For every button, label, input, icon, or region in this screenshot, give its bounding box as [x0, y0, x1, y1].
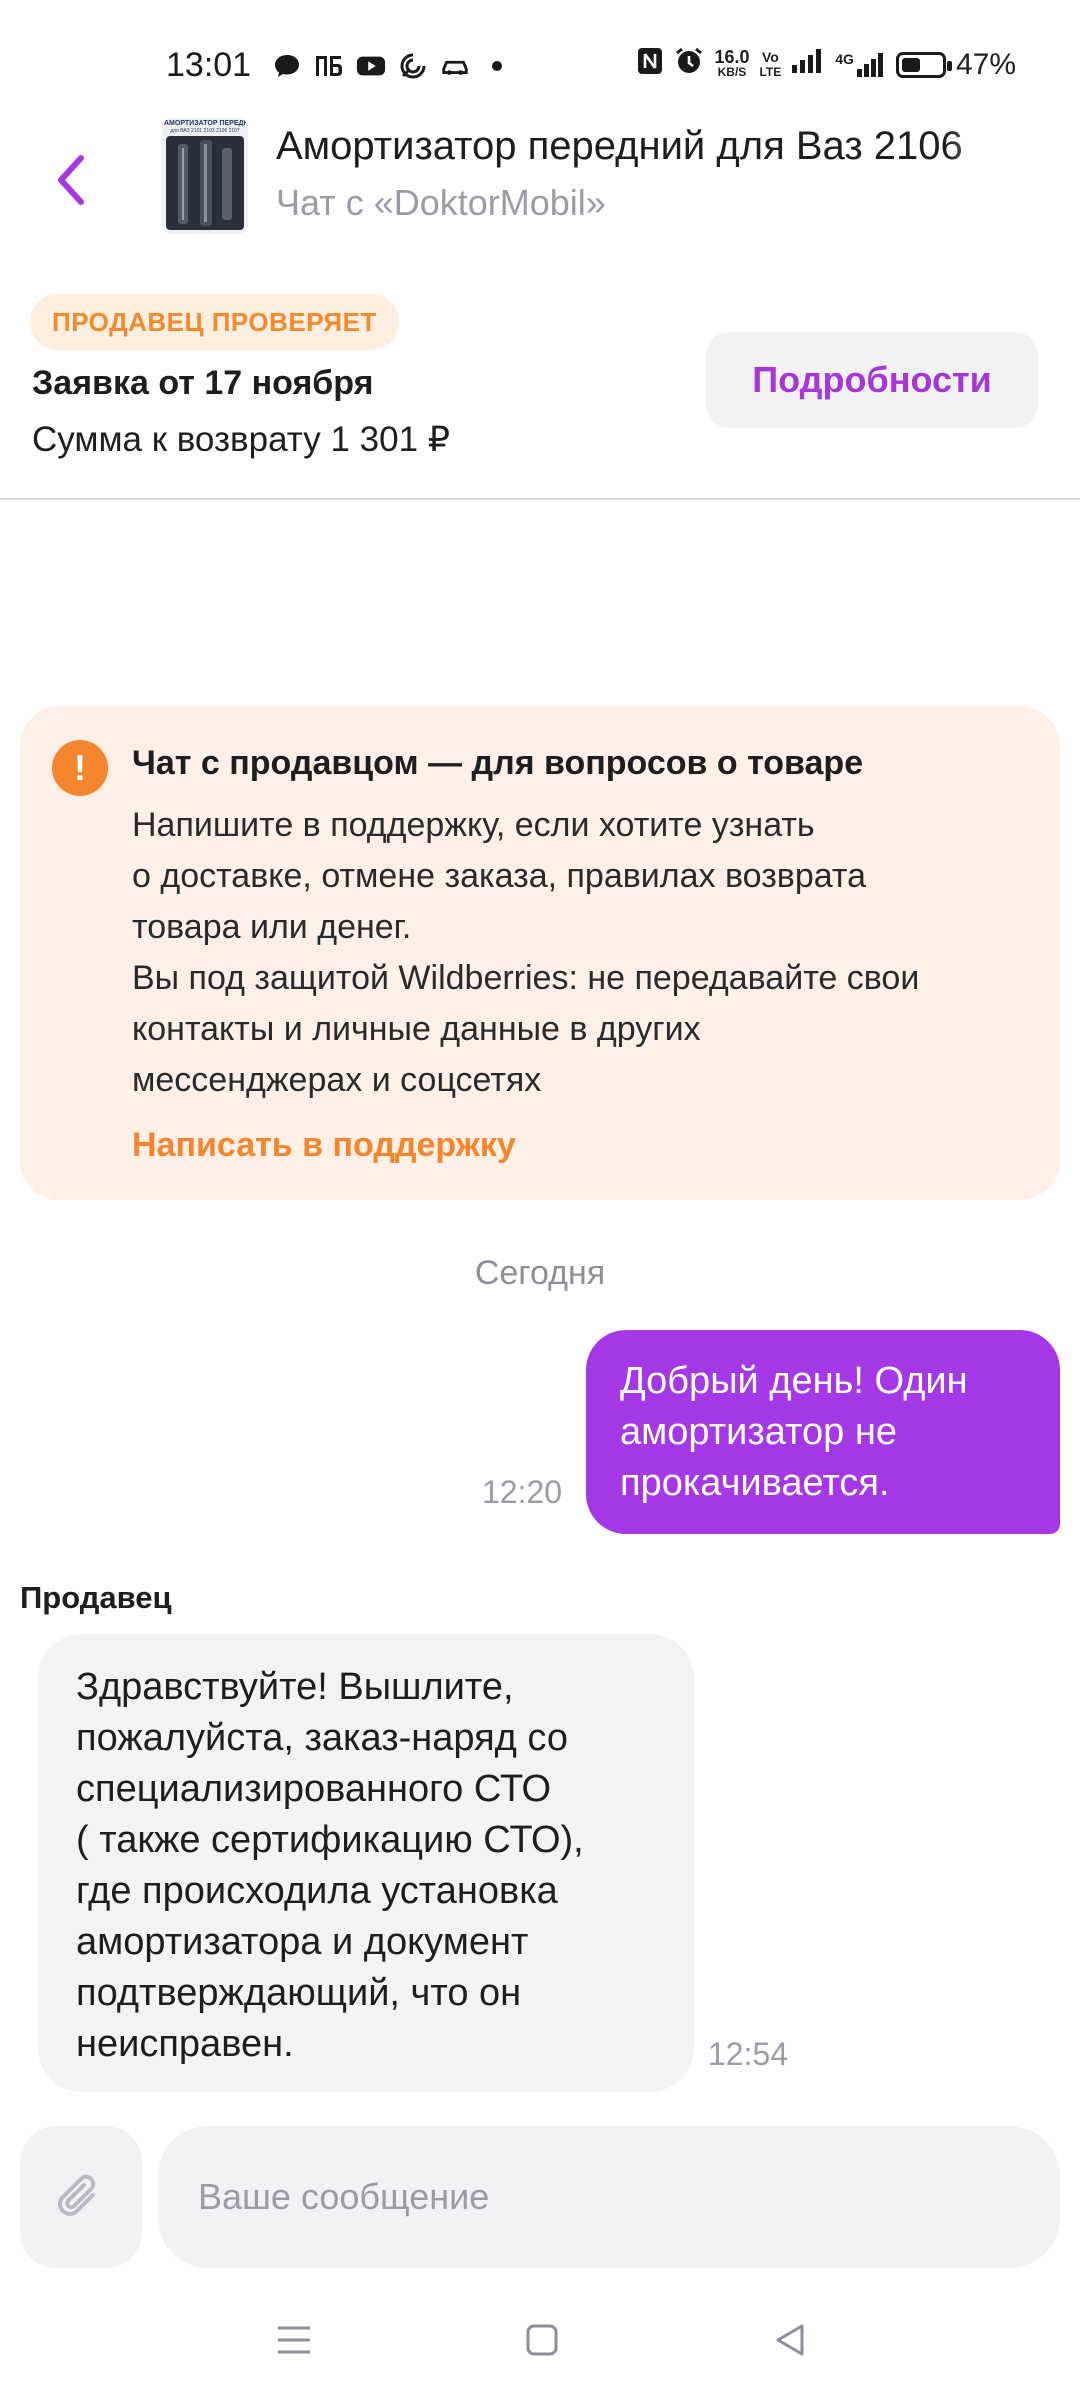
product-thumbnail[interactable]: АМОРТИЗАТОР ПЕРЕДНИЙ для ВАЗ 2101 2103 2… — [162, 118, 248, 234]
thumbnail-sublabel: для ВАЗ 2101 2103 2106 2107 — [170, 128, 240, 134]
alarm-icon — [674, 46, 704, 84]
message-input[interactable] — [158, 2126, 1060, 2268]
youtube-icon — [356, 52, 386, 80]
volte-bottom-label: LTE — [759, 65, 782, 79]
net-speed-unit: KB/S — [717, 65, 747, 79]
request-title: Заявка от 17 ноября — [32, 364, 374, 402]
details-button[interactable]: Подробности — [706, 332, 1038, 428]
notice-line: мессенджерах и соцсетях — [132, 1061, 542, 1099]
chat-product-title: Амортизатор передний для Ваз 2106 — [276, 124, 963, 168]
back-triangle-icon — [776, 2324, 804, 2356]
menu-icon — [278, 2326, 310, 2354]
battery-fill — [901, 58, 920, 72]
message-line: амортизатор не — [620, 1411, 897, 1453]
menu-button[interactable] — [264, 2310, 324, 2370]
message-line: Добрый день! Один — [620, 1360, 968, 1402]
refund-sum: Сумма к возврату 1 301 ₽ — [32, 420, 451, 459]
volte-icon: Vo LTE — [759, 50, 781, 80]
message-line: специализированного СТО — [76, 1768, 552, 1810]
chat-bubble-icon — [272, 52, 302, 80]
system-icons: 16.0 KB/S Vo LTE 4G 47% — [636, 46, 1016, 84]
volte-top-label: Vo — [761, 49, 779, 65]
nfc-icon — [636, 46, 664, 84]
battery-percent: 47% — [955, 48, 1016, 81]
battery-icon — [895, 52, 952, 78]
warning-icon: ! — [52, 740, 108, 796]
message-line: неисправен. — [76, 2023, 294, 2065]
status-time: 13:01 — [166, 46, 252, 84]
message-line: ( также сертификацию СТО), — [76, 1819, 584, 1861]
outgoing-message[interactable]: Добрый день! Один амортизатор не прокачи… — [586, 1330, 1060, 1534]
date-separator: Сегодня — [474, 1254, 606, 1292]
signal-4g-icon: 4G — [835, 52, 886, 78]
message-line: подтверждающий, что он — [76, 1972, 522, 2014]
network-type-label: 4G — [835, 51, 854, 67]
message-line: где происходила установка — [76, 1870, 558, 1912]
outgoing-message-time: 12:20 — [482, 1474, 563, 1510]
incoming-message[interactable]: Здравствуйте! Вышлите, пожалуйста, заказ… — [38, 1634, 694, 2092]
net-speed-icon: 16.0 KB/S — [714, 47, 750, 80]
contact-support-link[interactable]: Написать в поддержку — [132, 1126, 516, 1165]
home-square-icon — [526, 2324, 558, 2356]
divider — [0, 498, 1080, 500]
pb-bank-icon — [314, 52, 344, 80]
sender-name: Продавец — [20, 1580, 172, 1615]
home-button[interactable] — [512, 2310, 572, 2370]
signal-icon — [791, 48, 825, 82]
back-button[interactable] — [40, 140, 100, 220]
attach-button[interactable] — [20, 2126, 142, 2268]
incoming-message-time: 12:54 — [708, 2036, 789, 2072]
net-speed-value: 16.0 — [714, 47, 750, 67]
notice-line: Вы под защитой Wildberries: не передавай… — [132, 959, 920, 997]
paperclip-icon — [58, 2174, 96, 2216]
notice-title: Чат с продавцом — для вопросов о товаре — [132, 744, 864, 782]
car-app-icon — [440, 52, 470, 80]
chat-seller-subtitle: Чат с «DoktorMobil» — [276, 182, 606, 223]
chevron-left-icon — [58, 155, 84, 205]
thumbnail-label: АМОРТИЗАТОР ПЕРЕДНИЙ — [164, 120, 246, 127]
status-bar: 13:01 16.0 KB/S Vo LTE 4G 47% — [0, 0, 1080, 110]
notification-icons — [272, 52, 512, 80]
swirl-app-icon — [398, 52, 428, 80]
message-line: прокачивается. — [620, 1462, 890, 1504]
message-line: Здравствуйте! Вышлите, — [76, 1666, 514, 1708]
notice-line: товара или денег. — [132, 908, 412, 946]
dot-icon — [482, 52, 512, 80]
notice-line: Напишите в поддержку, если хотите узнать — [132, 806, 815, 844]
system-nav-bar — [0, 2280, 1080, 2400]
message-line: пожалуйста, заказ-наряд со — [76, 1717, 568, 1759]
notice-body: Напишите в поддержку, если хотите узнать… — [132, 800, 1032, 1106]
message-line: амортизатора и документ — [76, 1921, 529, 1963]
back-nav-button[interactable] — [760, 2310, 820, 2370]
status-badge: ПРОДАВЕЦ ПРОВЕРЯЕТ — [30, 294, 399, 350]
notice-line: контакты и личные данные в других — [132, 1010, 701, 1048]
notice-line: о доставке, отмене заказа, правилах возв… — [132, 857, 867, 895]
